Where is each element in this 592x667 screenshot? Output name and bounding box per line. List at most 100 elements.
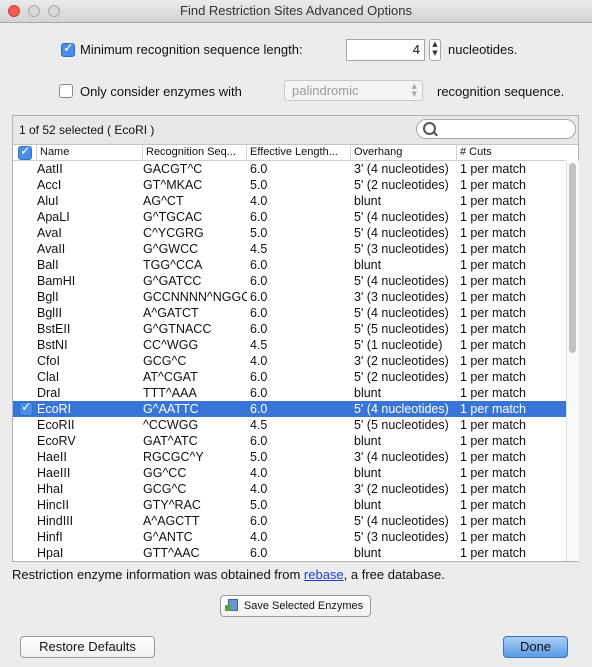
cell-cuts: 1 per match	[460, 338, 527, 352]
cell-overhang: 5' (3 nucleotides)	[354, 242, 449, 256]
cell-len: 6.0	[250, 402, 268, 416]
table-row[interactable]: BalI TGG^CCA 6.0 blunt 1 per match	[13, 257, 566, 273]
cell-name: HaeII	[37, 450, 67, 464]
cell-len: 5.0	[250, 450, 268, 464]
cell-cuts: 1 per match	[460, 482, 527, 496]
header-select-all[interactable]	[13, 145, 37, 160]
table-row[interactable]: AluI AG^CT 4.0 blunt 1 per match	[13, 193, 566, 209]
cell-overhang: 5' (4 nucleotides)	[354, 514, 449, 528]
table-row[interactable]: BglI GCCNNNN^NGGC 6.0 3' (3 nucleotides) 1 p…	[13, 289, 566, 305]
search-input[interactable]	[416, 119, 576, 139]
cell-seq: ^CCWGG	[143, 418, 199, 432]
info-suffix: , a free database.	[343, 567, 445, 582]
table-row[interactable]: HpaI GTT^AAC 6.0 blunt 1 per match	[13, 545, 566, 561]
cell-cuts: 1 per match	[460, 418, 527, 432]
table-row[interactable]: EcoRII ^CCWGG 4.5 5' (5 nucleotides) 1 per m…	[13, 417, 566, 433]
cell-cuts: 1 per match	[460, 370, 527, 384]
cell-len: 4.5	[250, 338, 268, 352]
cell-overhang: blunt	[354, 258, 382, 272]
cell-overhang: 5' (5 nucleotides)	[354, 418, 449, 432]
table-row[interactable]: DraI TTT^AAA 6.0 blunt 1 per match	[13, 385, 566, 401]
table-row[interactable]: HhaI GCG^C 4.0 3' (2 nucleotides) 1 per matc…	[13, 481, 566, 497]
cell-len: 6.0	[250, 306, 268, 320]
cell-overhang: 5' (2 nucleotides)	[354, 178, 449, 192]
cell-len: 6.0	[250, 274, 268, 288]
cell-len: 6.0	[250, 162, 268, 176]
cell-len: 6.0	[250, 290, 268, 304]
cell-overhang: 3' (3 nucleotides)	[354, 290, 449, 304]
cell-name: BglII	[37, 306, 63, 320]
min-length-stepper[interactable]: ▲ ▼	[429, 39, 441, 61]
cell-overhang: 5' (2 nucleotides)	[354, 370, 449, 384]
done-button[interactable]: Done	[503, 636, 568, 658]
header-overhang[interactable]: Overhang	[351, 145, 457, 160]
table-row[interactable]: HinfI G^ANTC 4.0 5' (3 nucleotides) 1 per ma…	[13, 529, 566, 545]
table-row[interactable]: BglII A^GATCT 6.0 5' (4 nucleotides) 1 per m…	[13, 305, 566, 321]
table-row[interactable]: HaeII RGCGC^Y 5.0 3' (4 nucleotides) 1 per m…	[13, 449, 566, 465]
table-row[interactable]: AvaI C^YCGRG 5.0 5' (4 nucleotides) 1 per ma…	[13, 225, 566, 241]
save-selected-enzymes-button[interactable]: Save Selected Enzymes	[220, 595, 371, 617]
cell-seq: AT^CGAT	[143, 370, 198, 384]
table-row[interactable]: AatII GACGT^C 6.0 3' (4 nucleotides) 1 per m…	[13, 161, 566, 177]
table-scrollbar[interactable]	[566, 161, 579, 561]
table-row[interactable]: AvaII G^GWCC 4.5 5' (3 nucleotides) 1 per ma…	[13, 241, 566, 257]
cell-overhang: blunt	[354, 194, 382, 208]
header-cuts[interactable]: # Cuts	[457, 145, 566, 160]
table-toolbar: 1 of 52 selected ( EcoRI )	[13, 116, 578, 145]
table-row[interactable]: BstNI CC^WGG 4.5 5' (1 nucleotide) 1 per mat…	[13, 337, 566, 353]
cell-name: HinfI	[37, 530, 63, 544]
cell-name: ApaLI	[37, 210, 70, 224]
min-length-label: Minimum recognition sequence length:	[80, 42, 303, 57]
cell-name: HindIII	[37, 514, 74, 528]
select-all-checkbox[interactable]	[18, 145, 32, 160]
table-row[interactable]: HincII GTY^RAC 5.0 blunt 1 per match	[13, 497, 566, 513]
row-checkbox[interactable]	[19, 402, 33, 416]
restore-defaults-button[interactable]: Restore Defaults	[20, 636, 155, 658]
table-row[interactable]: AccI GT^MKAC 5.0 5' (2 nucleotides) 1 per ma…	[13, 177, 566, 193]
cell-overhang: blunt	[354, 466, 382, 480]
cell-len: 6.0	[250, 386, 268, 400]
cell-len: 5.0	[250, 498, 268, 512]
cell-seq: GAT^ATC	[143, 434, 198, 448]
table-row[interactable]: ClaI AT^CGAT 6.0 5' (2 nucleotides) 1 per ma…	[13, 369, 566, 385]
header-recognition-seq[interactable]: Recognition Seq...	[143, 145, 247, 160]
cell-name: EcoRV	[37, 434, 76, 448]
cell-overhang: 5' (1 nucleotide)	[354, 338, 443, 352]
cell-name: HaeIII	[37, 466, 71, 480]
table-row[interactable]: EcoRV GAT^ATC 6.0 blunt 1 per match	[13, 433, 566, 449]
min-length-input[interactable]: 4	[346, 39, 425, 61]
cell-seq: GG^CC	[143, 466, 187, 480]
only-consider-checkbox[interactable]	[59, 84, 73, 98]
min-length-checkbox[interactable]	[61, 41, 75, 57]
table-row[interactable]: BstEII G^GTNACC 6.0 5' (5 nucleotides) 1 per…	[13, 321, 566, 337]
cell-name: ClaI	[37, 370, 60, 384]
table-row[interactable]: HindIII A^AGCTT 6.0 5' (4 nucleotides) 1 per…	[13, 513, 566, 529]
cell-len: 4.0	[250, 482, 268, 496]
cell-cuts: 1 per match	[460, 242, 527, 256]
cell-name: HincII	[37, 498, 69, 512]
table-row[interactable]: BamHI G^GATCC 6.0 5' (4 nucleotides) 1 per m…	[13, 273, 566, 289]
scrollbar-thumb[interactable]	[569, 163, 576, 353]
cell-name: HhaI	[37, 482, 64, 496]
recognition-type-value: palindromic	[292, 83, 359, 98]
table-row[interactable]: CfoI GCG^C 4.0 3' (2 nucleotides) 1 per matc…	[13, 353, 566, 369]
cell-name: EcoRII	[37, 418, 75, 432]
cell-cuts: 1 per match	[460, 274, 527, 288]
header-effective-length[interactable]: Effective Length...	[247, 145, 351, 160]
cell-seq: RGCGC^Y	[143, 450, 204, 464]
cell-overhang: 3' (2 nucleotides)	[354, 482, 449, 496]
cell-name: BalI	[37, 258, 59, 272]
cell-len: 4.0	[250, 194, 268, 208]
table-row[interactable]: ApaLI G^TGCAC 6.0 5' (4 nucleotides) 1 per m…	[13, 209, 566, 225]
table-rows: AatII GACGT^C 6.0 3' (4 nucleotides) 1 per m…	[13, 161, 566, 561]
table-row[interactable]: EcoRI G^AATTC 6.0 5' (4 nucleotides) 1 per m…	[13, 401, 566, 417]
cell-overhang: blunt	[354, 498, 382, 512]
cell-name: DraI	[37, 386, 61, 400]
cell-len: 6.0	[250, 322, 268, 336]
recognition-type-select[interactable]: palindromic ▲ ▼	[284, 80, 423, 101]
table-row[interactable]: HaeIII GG^CC 4.0 blunt 1 per match	[13, 465, 566, 481]
save-enzymes-icon	[224, 599, 238, 611]
cell-cuts: 1 per match	[460, 498, 527, 512]
rebase-link[interactable]: rebase	[304, 567, 344, 582]
header-name[interactable]: Name	[37, 145, 143, 160]
